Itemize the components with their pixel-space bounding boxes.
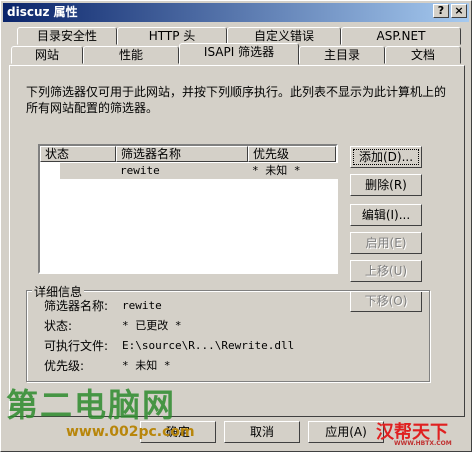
filter-list[interactable]: 状态 筛选器名称 优先级 rewite * 未知 * (38, 144, 345, 274)
executable-value: E:\source\R...\Rewrite.dll (122, 339, 295, 352)
filter-priority-cell: * 未知 * (252, 164, 301, 177)
move-up-button[interactable]: 上移(U) (350, 260, 422, 282)
watermark-url-left: www.002pc.com (66, 424, 195, 440)
cancel-button[interactable]: 取消 (224, 421, 300, 443)
close-button[interactable]: × (451, 4, 467, 18)
watermark-logo-left: 第二电脑网 (6, 386, 177, 424)
watermark-logo-right: 汉帮天下 WWW.HBTX.COM (376, 418, 452, 447)
filter-name-value: rewite (122, 299, 162, 312)
tab-directory-security[interactable]: 目录安全性 (17, 27, 117, 45)
tab-aspnet[interactable]: ASP.NET (341, 27, 461, 45)
watermark-right-sub: WWW.HBTX.COM (394, 440, 452, 447)
priority-value: * 未知 * (122, 359, 171, 372)
filter-name-label: 筛选器名称: (44, 299, 109, 313)
priority-label: 优先级: (44, 359, 85, 373)
tab-website[interactable]: 网站 (11, 46, 83, 64)
executable-label: 可执行文件: (44, 339, 109, 353)
add-button[interactable]: 添加(D)... (350, 146, 422, 168)
column-header-priority[interactable]: 优先级 (248, 146, 336, 162)
enable-button[interactable]: 启用(E) (350, 232, 422, 254)
tab-performance[interactable]: 性能 (83, 46, 179, 64)
help-button[interactable]: ? (433, 4, 449, 18)
window-title: discuz 属性 (7, 5, 78, 19)
status-value: * 已更改 * (122, 319, 182, 332)
list-item[interactable]: rewite * 未知 * (60, 163, 345, 179)
tab-documents[interactable]: 文档 (385, 46, 461, 64)
title-bar: discuz 属性 (3, 3, 469, 22)
description-text: 下列筛选器仅可用于此网站，并按下列顺序执行。此列表不显示为此计算机上的所有网站配… (26, 85, 447, 115)
filter-name-cell: rewite (120, 164, 160, 177)
apply-button[interactable]: 应用(A) (308, 421, 384, 443)
column-header-name[interactable]: 筛选器名称 (116, 146, 248, 162)
tab-isapi-filters[interactable]: ISAPI 筛选器 (179, 43, 299, 65)
column-header-status[interactable]: 状态 (40, 146, 116, 162)
status-label: 状态: (44, 319, 73, 333)
remove-button[interactable]: 删除(R) (350, 174, 422, 196)
edit-button[interactable]: 编辑(I)... (350, 204, 422, 226)
tab-home-directory[interactable]: 主目录 (299, 46, 385, 64)
